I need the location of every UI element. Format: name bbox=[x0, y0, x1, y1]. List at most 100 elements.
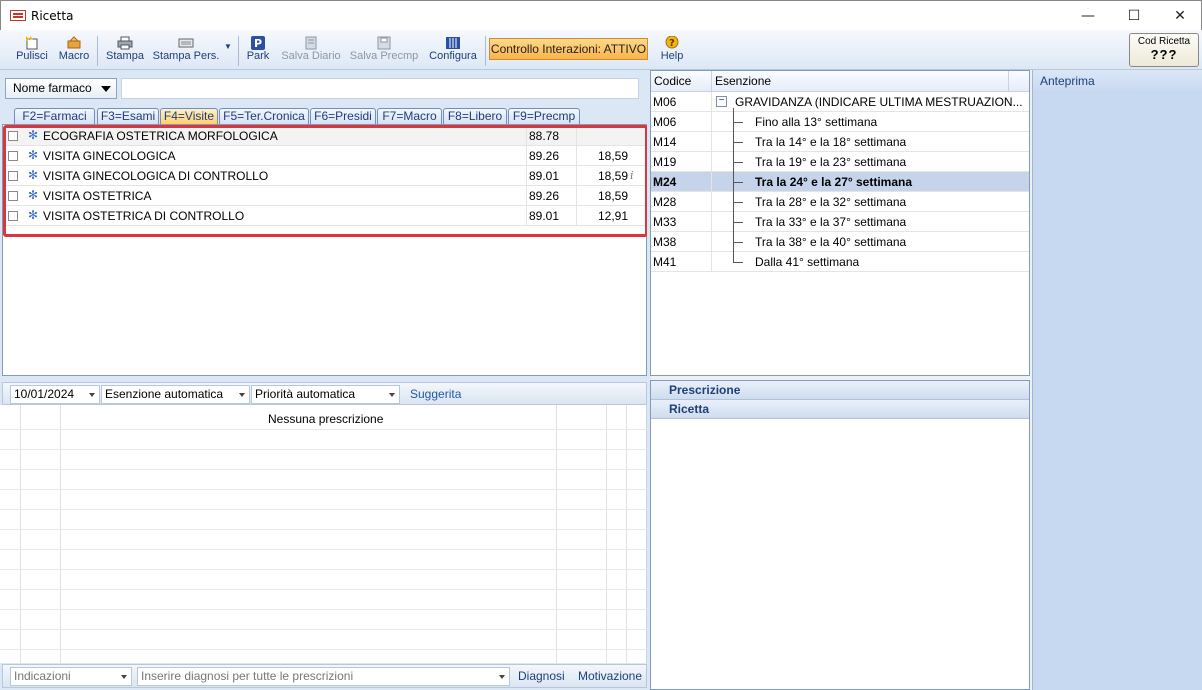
grid-row-line bbox=[0, 609, 647, 610]
item-code: 89.01 bbox=[526, 166, 576, 186]
tab-ter-cronica[interactable]: F5=Ter.Cronica bbox=[219, 108, 309, 124]
prescription-options-bar: 10/01/2024 Esenzione automatica Priorità… bbox=[2, 382, 647, 405]
tab-macro[interactable]: F7=Macro bbox=[377, 108, 442, 124]
window-title: Ricetta bbox=[31, 9, 74, 23]
info-icon[interactable]: i bbox=[630, 169, 634, 182]
grid-column-line bbox=[20, 405, 21, 663]
park-button[interactable]: P Park bbox=[244, 34, 272, 68]
stampa-pers-dropdown-icon[interactable]: ▼ bbox=[223, 42, 233, 52]
motivazione-button[interactable]: Motivazione bbox=[578, 669, 642, 683]
cod-ricetta-button[interactable]: Cod Ricetta ??? bbox=[1129, 33, 1199, 67]
pulisci-button[interactable]: Pulisci bbox=[12, 34, 52, 68]
tree-branch bbox=[733, 202, 743, 203]
app-icon bbox=[10, 10, 26, 21]
salva-diario-button[interactable]: Salva Diario bbox=[278, 34, 344, 68]
column-separator bbox=[711, 132, 712, 152]
configura-button[interactable]: Configura bbox=[424, 34, 482, 68]
item-price: 18,59 bbox=[576, 166, 628, 186]
priorita-select[interactable]: Priorità automatica bbox=[251, 385, 400, 404]
tree-branch bbox=[733, 242, 743, 243]
cod-ricetta-label: Cod Ricetta bbox=[1137, 36, 1191, 47]
left-pane: Nome farmaco F2=Farmaci F3=Esami F4=Visi… bbox=[0, 70, 650, 690]
item-checkbox[interactable] bbox=[8, 171, 18, 181]
header-separator bbox=[711, 71, 712, 92]
macro-icon bbox=[67, 36, 81, 49]
close-button[interactable]: ✕ bbox=[1157, 1, 1202, 31]
collapse-icon[interactable]: − bbox=[716, 96, 727, 107]
ricetta-header[interactable]: Ricetta bbox=[651, 400, 1029, 419]
diagnosi-input[interactable]: Inserire diagnosi per tutte le prescrizi… bbox=[137, 667, 510, 686]
svg-text:P: P bbox=[254, 37, 262, 50]
item-checkbox[interactable] bbox=[8, 191, 18, 201]
esenzione-row[interactable]: M06 Fino alla 13° settimana bbox=[651, 112, 1029, 132]
esenzione-text: Tra la 33° e la 37° settimana bbox=[755, 215, 907, 229]
stampa-button[interactable]: Stampa bbox=[104, 34, 146, 68]
item-checkbox[interactable] bbox=[8, 211, 18, 221]
esenzione-row[interactable]: M06 − GRAVIDANZA (INDICARE ULTIMA MESTRU… bbox=[651, 92, 1029, 112]
tab-precmp[interactable]: F9=Precmp bbox=[508, 108, 580, 124]
esenzione-row[interactable]: M19 Tra la 19° e la 23° settimana bbox=[651, 152, 1029, 172]
minimize-button[interactable]: — bbox=[1065, 1, 1111, 31]
asterisk-icon: ✻ bbox=[28, 188, 39, 202]
chevron-down-icon bbox=[89, 393, 95, 397]
indicazioni-value: Indicazioni bbox=[14, 669, 71, 683]
help-button[interactable]: ? Help bbox=[656, 34, 688, 68]
item-name: VISITA OSTETRICA bbox=[43, 189, 152, 203]
esenzione-row-selected[interactable]: M24 Tra la 24° e la 27° settimana bbox=[651, 172, 1029, 192]
tree-branch bbox=[733, 182, 743, 183]
asterisk-icon: ✻ bbox=[28, 128, 39, 142]
controllo-interazioni-button[interactable]: Controllo Interazioni: ATTIVO bbox=[489, 38, 648, 60]
col-esenzione[interactable]: Esenzione bbox=[715, 74, 771, 88]
esenzione-row[interactable]: M14 Tra la 14° e la 18° settimana bbox=[651, 132, 1029, 152]
indicazioni-select[interactable]: Indicazioni bbox=[10, 667, 132, 686]
toolbar-separator bbox=[97, 36, 98, 66]
grid-row-line bbox=[0, 449, 647, 450]
anteprima-title[interactable]: Anteprima bbox=[1033, 70, 1202, 92]
prescrizione-header[interactable]: Prescrizione bbox=[651, 381, 1029, 400]
esenzione-code: M38 bbox=[653, 235, 677, 249]
col-codice[interactable]: Codice bbox=[654, 74, 691, 88]
help-icon: ? bbox=[665, 36, 679, 49]
toolbar-separator bbox=[238, 36, 239, 66]
item-checkbox[interactable] bbox=[8, 151, 18, 161]
esenzione-row[interactable]: M28 Tra la 28° e la 32° settimana bbox=[651, 192, 1029, 212]
esenzione-row[interactable]: M33 Tra la 33° e la 37° settimana bbox=[651, 212, 1029, 232]
item-price: 12,91 bbox=[576, 206, 628, 226]
search-input[interactable] bbox=[121, 78, 639, 99]
clear-icon bbox=[26, 36, 38, 50]
maximize-button[interactable]: ☐ bbox=[1111, 1, 1157, 31]
esenzione-row[interactable]: M41 Dalla 41° settimana bbox=[651, 252, 1029, 272]
tab-presidi[interactable]: F6=Presidi bbox=[310, 108, 376, 124]
tab-libero[interactable]: F8=Libero bbox=[443, 108, 507, 124]
asterisk-icon: ✻ bbox=[28, 148, 39, 162]
salva-precmp-button[interactable]: Salva Precmp bbox=[348, 34, 420, 68]
list-item[interactable]: ✻ VISITA GINECOLOGICA DI CONTROLLO 89.01… bbox=[4, 166, 645, 186]
tab-farmaci[interactable]: F2=Farmaci bbox=[14, 108, 95, 124]
esenzione-code: M41 bbox=[653, 255, 677, 269]
search-type-dropdown[interactable]: Nome farmaco bbox=[5, 78, 117, 99]
column-separator bbox=[711, 192, 712, 212]
date-picker[interactable]: 10/01/2024 bbox=[10, 385, 100, 404]
esenzione-select[interactable]: Esenzione automatica bbox=[101, 385, 250, 404]
esenzione-text: Tra la 19° e la 23° settimana bbox=[755, 155, 907, 169]
tree-branch bbox=[733, 142, 743, 143]
esenzione-row[interactable]: M38 Tra la 38° e la 40° settimana bbox=[651, 232, 1029, 252]
list-item[interactable]: ✻ VISITA OSTETRICA DI CONTROLLO 89.01 12… bbox=[4, 206, 645, 226]
diagnosi-button[interactable]: Diagnosi bbox=[518, 669, 565, 683]
tab-esami[interactable]: F3=Esami bbox=[97, 108, 159, 124]
list-item[interactable]: ✻ VISITA GINECOLOGICA 89.26 18,59 bbox=[4, 146, 645, 166]
tab-visite[interactable]: F4=Visite bbox=[160, 108, 218, 124]
macro-button[interactable]: Macro bbox=[55, 34, 93, 68]
grid-row-line bbox=[0, 469, 647, 470]
column-separator bbox=[711, 252, 712, 272]
suggerita-link[interactable]: Suggerita bbox=[410, 387, 461, 401]
toolbar: Pulisci Macro Stampa Stampa Pers. ▼ P Pa… bbox=[0, 30, 1202, 70]
column-separator bbox=[711, 172, 712, 192]
esenzioni-header: Codice Esenzione bbox=[651, 71, 1029, 92]
item-checkbox[interactable] bbox=[8, 131, 18, 141]
grid-row-line bbox=[0, 589, 647, 590]
tree-branch bbox=[733, 222, 743, 223]
list-item[interactable]: ✻ VISITA OSTETRICA 89.26 18,59 bbox=[4, 186, 645, 206]
stampa-pers-button[interactable]: Stampa Pers. bbox=[150, 34, 222, 68]
list-item[interactable]: ✻ ECOGRAFIA OSTETRICA MORFOLOGICA 88.78 bbox=[4, 126, 645, 146]
